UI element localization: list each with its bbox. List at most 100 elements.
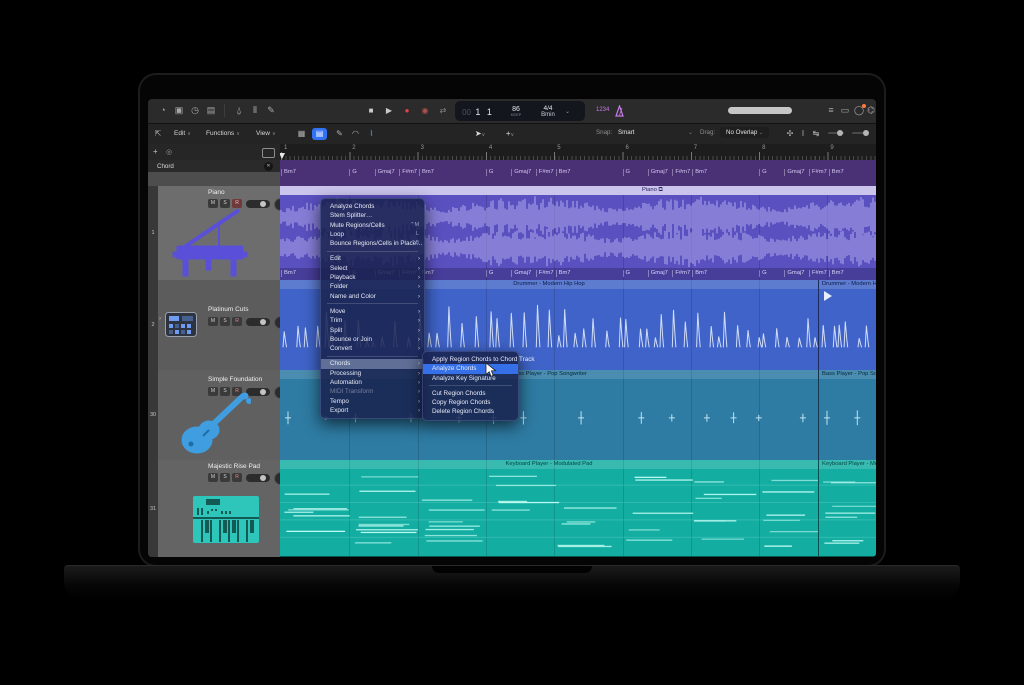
capture-record-icon[interactable]: ◉ bbox=[418, 105, 432, 116]
edit-menu[interactable]: Edit∨ bbox=[174, 128, 191, 140]
chord-label[interactable]: F#m7 bbox=[809, 270, 827, 277]
view-menu[interactable]: View∨ bbox=[256, 128, 276, 140]
chord-label[interactable]: F#m7 bbox=[672, 169, 690, 176]
horizontal-zoom-icon[interactable]: ↹ bbox=[810, 128, 822, 140]
menu-item-analyze-chords[interactable]: Analyze Chords bbox=[321, 202, 424, 211]
chord-label[interactable]: G bbox=[349, 169, 357, 176]
chord-label[interactable]: F#m7 bbox=[536, 270, 554, 277]
chord-label[interactable]: G bbox=[623, 270, 631, 277]
list-editors-icon[interactable]: ≡ bbox=[824, 104, 838, 117]
record-enable-button[interactable]: R bbox=[232, 473, 242, 482]
menu-item-apply-region-chords-to-chord-track[interactable]: Apply Region Chords to Chord Track bbox=[423, 355, 518, 364]
menu-item-copy-region-chords[interactable]: Copy Region Chords bbox=[423, 398, 518, 407]
keyboard-region[interactable]: Keyboard Player - Modulated Pad Keyboard… bbox=[280, 460, 876, 557]
menu-item-processing[interactable]: Processing› bbox=[321, 369, 424, 378]
chord-label[interactable]: Gmaj7 bbox=[511, 270, 531, 277]
menu-item-name-and-color[interactable]: Name and Color› bbox=[321, 292, 424, 301]
snap-chevron-icon[interactable]: ⌄ bbox=[688, 129, 693, 136]
lcd-chevron-icon[interactable]: ⌄ bbox=[565, 108, 579, 115]
chord-label[interactable]: Bm7 bbox=[692, 270, 707, 277]
tuner-icon[interactable]: ⍙ bbox=[232, 104, 246, 117]
chord-label[interactable]: Gmaj7 bbox=[648, 270, 668, 277]
chord-global-track-header[interactable]: Chord ✕ bbox=[148, 160, 280, 172]
menu-item-trim[interactable]: Trim› bbox=[321, 316, 424, 325]
inspector-icon[interactable]: ▣ bbox=[172, 104, 186, 117]
bass-region-2[interactable]: Bass Player - Pop Songw bbox=[818, 370, 876, 460]
track-header-piano[interactable]: Piano M S R bbox=[158, 186, 280, 281]
menu-item-cut-region-chords[interactable]: Cut Region Chords bbox=[423, 389, 518, 398]
automation-icon[interactable]: ✎ bbox=[332, 128, 347, 140]
drag-value-dropdown[interactable]: No Overlap ⌄ bbox=[720, 127, 769, 138]
solo-button[interactable]: S bbox=[220, 317, 230, 326]
volume-slider[interactable] bbox=[246, 318, 270, 326]
slider-knob[interactable] bbox=[260, 475, 266, 481]
track-header-simple-foundation[interactable]: Simple Foundation M S R bbox=[158, 370, 280, 461]
menu-item-playback[interactable]: Playback› bbox=[321, 273, 424, 282]
chord-label[interactable]: F#m7 bbox=[672, 270, 690, 277]
track-header-majestic-rise-pad[interactable]: Majestic Rise Pad M S R bbox=[158, 460, 280, 557]
chord-label[interactable]: Bm7 bbox=[829, 270, 844, 277]
chord-label[interactable]: Gmaj7 bbox=[375, 169, 395, 176]
track-groups-icon[interactable]: ◎ bbox=[166, 148, 172, 156]
play-button[interactable]: ▶ bbox=[382, 105, 396, 116]
solo-button[interactable]: S bbox=[220, 473, 230, 482]
slider-knob[interactable] bbox=[260, 319, 266, 325]
slider-knob[interactable] bbox=[260, 389, 266, 395]
chord-label[interactable]: G bbox=[759, 270, 767, 277]
menu-item-chords[interactable]: Chords› bbox=[321, 359, 424, 368]
menu-item-edit[interactable]: Edit› bbox=[321, 254, 424, 263]
add-track-button[interactable]: + bbox=[153, 147, 158, 156]
menu-item-analyze-key-signature[interactable]: Analyze Key Signature bbox=[423, 374, 518, 383]
close-chord-track-icon[interactable]: ✕ bbox=[264, 162, 273, 171]
chord-label[interactable]: Bm7 bbox=[419, 169, 434, 176]
menu-item-mute-regions-cells[interactable]: Mute Regions/Cells⌃M bbox=[321, 221, 424, 230]
flex-icon[interactable]: ⌇ bbox=[364, 128, 379, 140]
chord-label[interactable]: G bbox=[759, 169, 767, 176]
menu-item-tempo[interactable]: Tempo› bbox=[321, 397, 424, 406]
chord-label[interactable]: Bm7 bbox=[556, 169, 571, 176]
playhead-marker[interactable] bbox=[280, 153, 285, 159]
slider-knob[interactable] bbox=[837, 130, 843, 136]
chord-label[interactable]: G bbox=[623, 169, 631, 176]
chord-label[interactable]: Bm7 bbox=[556, 270, 571, 277]
mute-button[interactable]: M bbox=[208, 473, 218, 482]
slider-knob[interactable] bbox=[863, 130, 869, 136]
record-enable-button[interactable]: R bbox=[232, 317, 242, 326]
midi-view-icon[interactable]: ▤ bbox=[312, 128, 327, 140]
stop-button[interactable]: ■ bbox=[364, 105, 378, 116]
chord-label[interactable]: G bbox=[486, 270, 494, 277]
quick-help-icon[interactable]: ◔ bbox=[156, 104, 170, 117]
slider-knob[interactable] bbox=[260, 201, 266, 207]
menu-item-convert[interactable]: Convert› bbox=[321, 344, 424, 353]
horizontal-zoom-slider[interactable] bbox=[852, 132, 868, 134]
command-tool-selector[interactable]: +∨ bbox=[500, 128, 520, 140]
grid-view-icon[interactable]: ▦ bbox=[294, 128, 309, 140]
menu-item-export[interactable]: Export› bbox=[321, 406, 424, 415]
track-header-platinum-cuts[interactable]: › Platinum Cuts M S R bbox=[158, 280, 280, 371]
chord-label[interactable]: Gmaj7 bbox=[511, 169, 531, 176]
bar-ruler[interactable]: 123456789 bbox=[280, 144, 876, 161]
chord-label[interactable]: Bm7 bbox=[281, 270, 296, 277]
chord-label[interactable]: Gmaj7 bbox=[784, 270, 804, 277]
chord-label[interactable]: F#m7 bbox=[809, 169, 827, 176]
menu-item-analyze-chords[interactable]: Analyze Chords bbox=[423, 364, 518, 373]
chord-label[interactable]: Bm7 bbox=[692, 169, 707, 176]
media-browser-icon[interactable]: ⌬ bbox=[864, 104, 876, 117]
pencil-icon[interactable]: ✎ bbox=[264, 104, 278, 117]
metronome-icon[interactable] bbox=[614, 105, 625, 117]
crossfade-icon[interactable]: ◠ bbox=[348, 128, 363, 140]
menu-item-move[interactable]: Move› bbox=[321, 307, 424, 316]
master-level-meter[interactable] bbox=[728, 107, 792, 114]
record-button[interactable]: ● bbox=[400, 105, 414, 116]
menu-item-stem-splitter[interactable]: Stem Splitter… bbox=[321, 211, 424, 220]
region-header[interactable]: Piano ⧉ bbox=[280, 186, 876, 195]
chord-label[interactable]: Bm7 bbox=[829, 169, 844, 176]
menu-item-delete-region-chords[interactable]: Delete Region Chords bbox=[423, 407, 518, 416]
menu-item-select[interactable]: Select› bbox=[321, 264, 424, 273]
menu-item-automation[interactable]: Automation› bbox=[321, 378, 424, 387]
region-header[interactable]: Keyboard Player - Modulated Pad bbox=[280, 460, 876, 469]
chord-label[interactable]: G bbox=[486, 169, 494, 176]
vertical-zoom-slider[interactable] bbox=[828, 132, 844, 134]
menu-item-loop[interactable]: LoopL bbox=[321, 230, 424, 239]
vertical-zoom-icon[interactable]: I bbox=[798, 128, 808, 140]
